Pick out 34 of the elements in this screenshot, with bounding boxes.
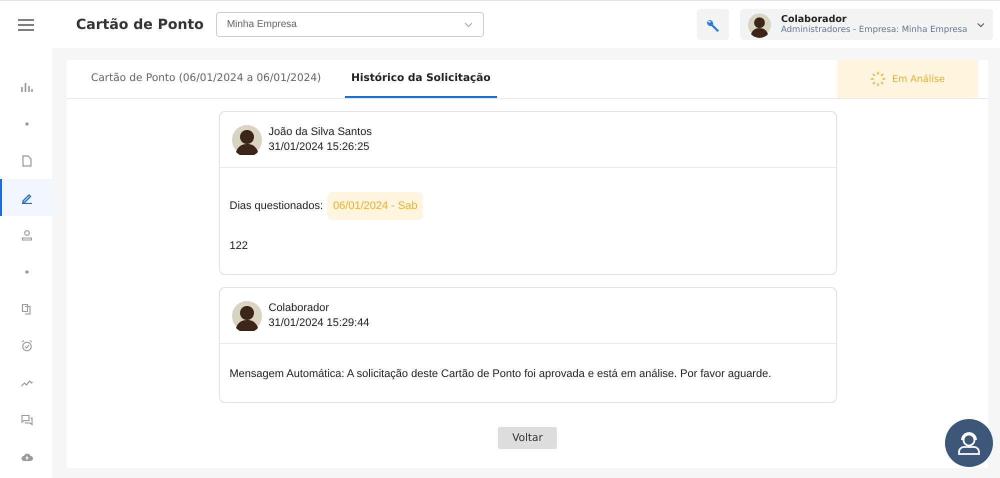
sidebar-item[interactable]	[0, 179, 52, 216]
file-icon	[21, 154, 33, 166]
chevron-down-icon	[977, 22, 985, 28]
avatar	[232, 124, 262, 154]
user-menu[interactable]: Colaborador Administradores - Empresa: Minha Empresa	[740, 9, 993, 40]
menu-icon[interactable]	[18, 18, 34, 30]
company-select[interactable]: Minha Empresa	[216, 12, 484, 37]
message-text: Mensagem Automática: A solicitação deste Cartão de Ponto foi aprovada e está em análise. Por favor aguarde.	[230, 368, 772, 380]
wrench-button[interactable]	[697, 9, 729, 40]
message-time: 31/01/2024 15:29:44	[268, 317, 370, 329]
page-title: Cartão de Ponto	[76, 16, 204, 32]
message-time: 31/01/2024 15:26:25	[268, 141, 370, 153]
message-text: 122	[230, 240, 249, 252]
avatar	[232, 300, 262, 330]
author-name: João da Silva Santos	[268, 126, 372, 138]
alarm-clock-icon	[21, 340, 33, 352]
chat-icon	[21, 414, 33, 426]
days-label: Dias questionados:	[230, 200, 324, 212]
wrench-icon	[706, 18, 720, 32]
back-button[interactable]: Voltar	[498, 427, 557, 449]
spinner-icon	[870, 71, 886, 87]
pencil-icon	[21, 192, 33, 204]
tab[interactable]: Cartão de Ponto (06/01/2024 a 06/01/2024)	[85, 60, 328, 98]
chart-icon	[21, 80, 33, 92]
user-role: Administradores - Empresa: Minha Empresa	[780, 25, 968, 35]
user-icon	[21, 228, 33, 240]
status-badge: Em Análise	[837, 60, 978, 98]
copy-icon	[21, 302, 33, 314]
author-name: Colaborador	[268, 302, 330, 314]
tab[interactable]: Histórico da Solicitação	[345, 60, 497, 98]
headset-user-icon	[956, 430, 982, 456]
chevron-down-icon	[464, 22, 473, 28]
user-name: Colaborador	[780, 14, 848, 25]
date-tag: 06/01/2024 - Sab	[327, 192, 424, 220]
